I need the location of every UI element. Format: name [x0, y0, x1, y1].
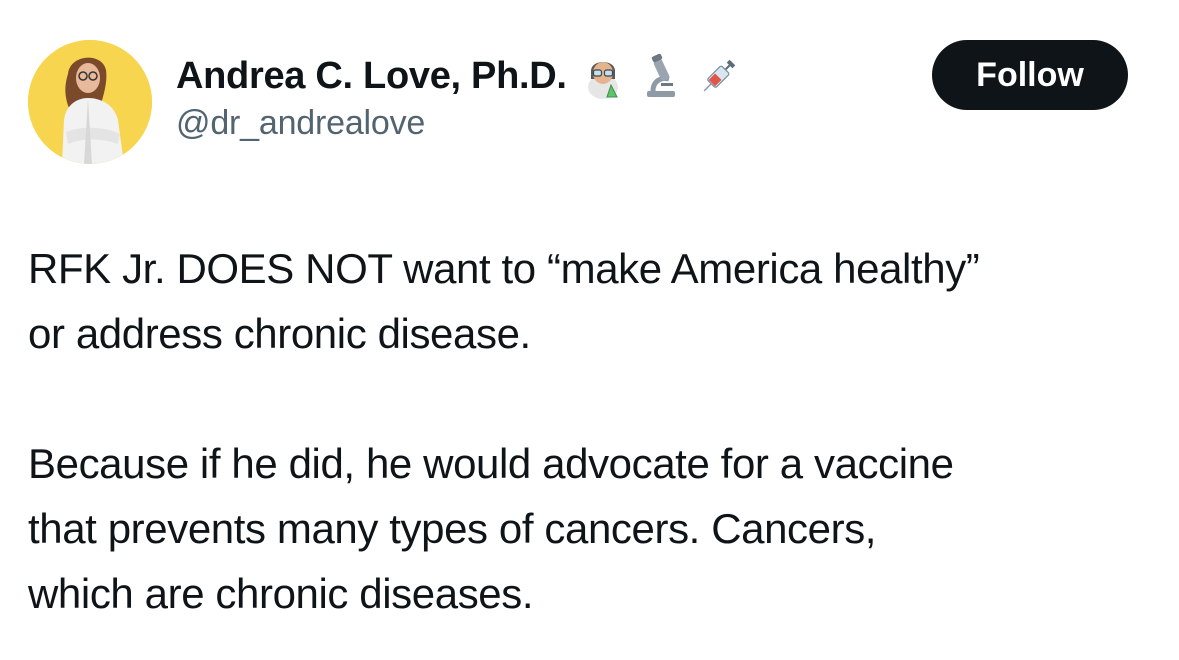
tweet-line: which are chronic diseases. [28, 570, 534, 617]
tweet-line: RFK Jr. DOES NOT want to “make America h… [28, 245, 980, 292]
tweet-line: or address chronic disease. [28, 310, 531, 357]
author-display-name[interactable]: Andrea C. Love, Ph.D. [176, 55, 567, 98]
syringe-emoji-icon [697, 53, 741, 99]
avatar-photo [28, 40, 152, 164]
tweet-line: Because if he did, he would advocate for… [28, 440, 954, 487]
scientist-emoji-icon [581, 53, 625, 99]
author-handle[interactable]: @dr_andrealove [176, 104, 425, 143]
tweet-paragraph: RFK Jr. DOES NOT want to “make America h… [28, 236, 1148, 366]
tweet-paragraph: Because if he did, he would advocate for… [28, 431, 1148, 626]
avatar[interactable] [28, 40, 152, 164]
microscope-emoji-icon [639, 53, 683, 99]
tweet-text: RFK Jr. DOES NOT want to “make America h… [28, 236, 1148, 626]
follow-button[interactable]: Follow [932, 40, 1128, 110]
author-name-row: Andrea C. Love, Ph.D. [176, 52, 741, 100]
tweet-card: Andrea C. Love, Ph.D. @dr_andrealove Fol… [0, 0, 1179, 660]
tweet-line: that prevents many types of cancers. Can… [28, 505, 877, 552]
